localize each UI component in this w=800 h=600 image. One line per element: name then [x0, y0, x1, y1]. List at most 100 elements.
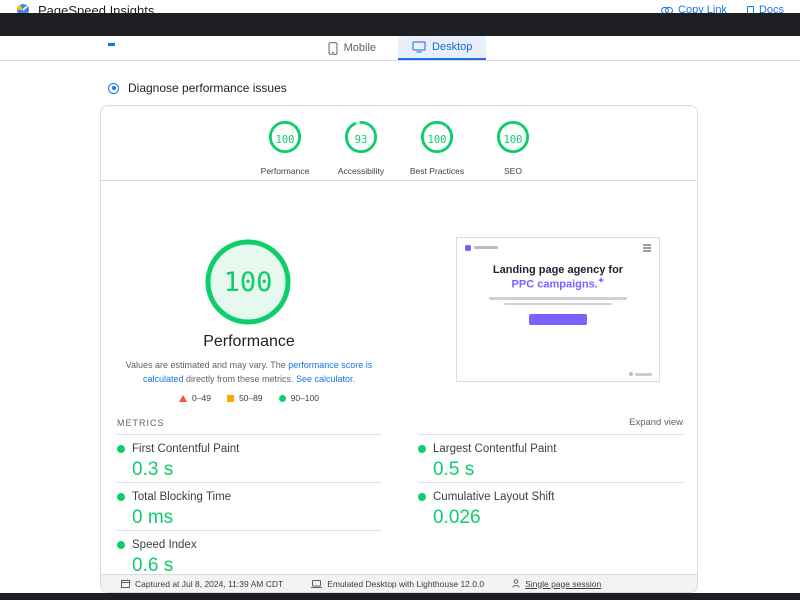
app-brand[interactable]: PageSpeed Insights	[16, 3, 154, 14]
performance-score-value: 100	[268, 120, 302, 159]
score-accessibility[interactable]: 93 Accessibility	[325, 120, 397, 176]
tab-mobile[interactable]: Mobile	[314, 36, 390, 60]
metrics-grid: First Contentful Paint 0.3 s Total Block…	[117, 434, 683, 578]
legend-average: 50–89	[227, 393, 263, 403]
thumbnail-menu-icon	[643, 244, 651, 252]
diagnose-section-header: Diagnose performance issues	[108, 81, 287, 95]
session-type: Single page session	[512, 579, 601, 589]
disclaimer-text: Values are estimated and may vary. The	[126, 360, 289, 370]
metric-total-blocking-time: Total Blocking Time 0 ms	[117, 482, 382, 530]
thumbnail-cta-button	[529, 314, 587, 325]
emulated-environment: Emulated Desktop with Lighthouse 12.0.0	[311, 579, 484, 589]
disclaimer-text-mid: directly from these metrics.	[183, 374, 296, 384]
performance-main-gauge: 100	[203, 237, 293, 327]
card-divider	[101, 180, 697, 181]
calendar-icon	[121, 579, 130, 588]
clipped-element	[108, 43, 115, 46]
thumbnail-subtext-lines	[457, 297, 659, 305]
score-disclaimer: Values are estimated and may vary. The p…	[115, 359, 383, 387]
score-legend: 0–49 50–89 90–100	[101, 393, 397, 403]
pagespeed-insights-page: PageSpeed Insights Copy Link Docs Mobil	[0, 0, 800, 600]
legend-fail-range: 0–49	[192, 393, 211, 403]
final-screenshot-thumbnail[interactable]: Landing page agency for PPC campaigns.✦	[456, 237, 660, 382]
seo-gauge: 100	[496, 120, 530, 159]
legend-pass-range: 90–100	[291, 393, 319, 403]
accessibility-gauge: 93	[344, 120, 378, 159]
doc-icon	[747, 6, 754, 14]
dark-bottom-strip	[0, 593, 800, 600]
metric-name: First Contentful Paint	[132, 443, 239, 455]
legend-fail: 0–49	[179, 393, 211, 403]
pass-dot-icon	[418, 493, 426, 501]
legend-pass: 90–100	[279, 393, 319, 403]
docs-label: Docs	[759, 4, 784, 13]
performance-gauge: 100	[268, 120, 302, 159]
best-practices-score-value: 100	[420, 120, 454, 159]
metric-name: Cumulative Layout Shift	[433, 491, 554, 503]
thumbnail-footer-mark	[629, 372, 652, 376]
diagnose-icon	[108, 83, 119, 94]
metric-first-contentful-paint: First Contentful Paint 0.3 s	[117, 434, 382, 482]
metric-name: Largest Contentful Paint	[433, 443, 556, 455]
metric-speed-index: Speed Index 0.6 s	[117, 530, 382, 578]
metrics-heading: METRICS	[117, 418, 165, 428]
thumbnail-heading-purple: PPC campaigns.	[512, 278, 598, 290]
performance-panel-title: Performance	[101, 333, 397, 351]
fail-triangle-icon	[179, 395, 187, 402]
sparkle-icon: ✦	[598, 276, 605, 285]
best-practices-score-label: Best Practices	[410, 166, 464, 176]
thumbnail-site-logo	[465, 245, 498, 251]
pagespeed-logo-icon	[16, 3, 30, 13]
expand-view-link[interactable]: Expand view	[629, 417, 683, 428]
score-best-practices[interactable]: 100 Best Practices	[401, 120, 473, 176]
thumbnail-heading-line2: PPC campaigns.✦	[457, 276, 659, 291]
device-tabs: Mobile Desktop	[0, 36, 800, 61]
performance-score-label: Performance	[261, 166, 310, 176]
dark-banner	[0, 13, 800, 36]
score-performance[interactable]: 100 Performance	[249, 120, 321, 176]
metric-value: 0.5 s	[433, 459, 683, 481]
desktop-monitor-icon	[412, 41, 426, 53]
category-scores-row: 100 Performance 93 Accessibility	[101, 120, 697, 176]
thumbnail-heading-line1: Landing page agency for	[457, 264, 659, 276]
pass-dot-icon	[117, 445, 125, 453]
score-seo[interactable]: 100 SEO	[477, 120, 549, 176]
tab-mobile-label: Mobile	[344, 42, 376, 54]
app-title: PageSpeed Insights	[38, 3, 154, 14]
app-header: PageSpeed Insights Copy Link Docs	[0, 0, 800, 13]
metric-cumulative-layout-shift: Cumulative Layout Shift 0.026	[418, 482, 683, 530]
metric-value: 0.026	[433, 507, 683, 529]
captured-at: Captured at Jul 8, 2024, 11:39 AM CDT	[121, 579, 283, 589]
session-type-text[interactable]: Single page session	[525, 579, 601, 589]
copy-link-button[interactable]: Copy Link	[661, 4, 727, 13]
metric-value: 0.3 s	[132, 459, 382, 481]
performance-main-score: 100	[203, 237, 293, 327]
seo-score-label: SEO	[504, 166, 522, 176]
section-title: Diagnose performance issues	[128, 81, 287, 95]
pass-dot-icon	[117, 493, 125, 501]
legend-average-range: 50–89	[239, 393, 263, 403]
environment-text: Emulated Desktop with Lighthouse 12.0.0	[327, 579, 484, 589]
tab-desktop[interactable]: Desktop	[398, 36, 486, 60]
pass-dot-icon	[117, 541, 125, 549]
pass-dot-icon	[418, 445, 426, 453]
captured-at-text: Captured at Jul 8, 2024, 11:39 AM CDT	[135, 579, 283, 589]
pass-circle-icon	[279, 395, 286, 402]
best-practices-gauge: 100	[420, 120, 454, 159]
average-square-icon	[227, 395, 234, 402]
copy-link-label: Copy Link	[678, 4, 727, 13]
metric-value: 0 ms	[132, 507, 382, 529]
tab-desktop-label: Desktop	[432, 41, 472, 53]
laptop-icon	[311, 580, 322, 588]
docs-link[interactable]: Docs	[747, 4, 784, 13]
lighthouse-report-card: 100 Performance 93 Accessibility	[100, 105, 698, 593]
see-calculator-link[interactable]: See calculator.	[296, 374, 355, 384]
metric-name: Total Blocking Time	[132, 491, 231, 503]
person-icon	[512, 579, 520, 588]
accessibility-score-label: Accessibility	[338, 166, 384, 176]
mobile-phone-icon	[328, 42, 338, 55]
capture-info-footer: Captured at Jul 8, 2024, 11:39 AM CDT Em…	[101, 574, 697, 592]
metric-largest-contentful-paint: Largest Contentful Paint 0.5 s	[418, 434, 683, 482]
metric-name: Speed Index	[132, 539, 197, 551]
accessibility-score-value: 93	[344, 120, 378, 159]
